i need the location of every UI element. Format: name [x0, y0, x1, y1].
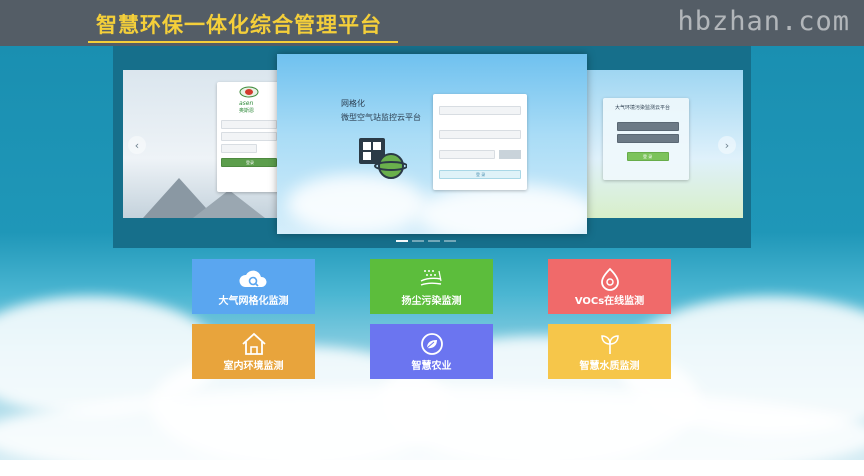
cloud-search-icon	[238, 270, 267, 287]
right-login-button[interactable]: 登 录	[627, 152, 669, 161]
center-username-field[interactable]	[439, 106, 521, 115]
screenshot-carousel: asen 奥斯恩 登录 大气环境污染监测云平台 登 录 网格化 微型空气站监控云…	[113, 46, 751, 248]
center-captcha-field[interactable]	[439, 150, 495, 159]
captcha-field[interactable]	[221, 144, 257, 153]
center-login-card: 登 录	[433, 94, 527, 190]
tile-smart-agriculture[interactable]: 智慧农业	[370, 324, 493, 379]
tile-air-grid-monitoring[interactable]: 大气网格化监测	[192, 259, 315, 314]
dust-icon	[420, 270, 442, 286]
right-username-field[interactable]	[617, 122, 679, 131]
tile-label: 扬尘污染监测	[401, 296, 462, 307]
center-heading-line1: 网格化	[341, 99, 365, 108]
username-field[interactable]	[221, 120, 277, 129]
water-sprout-icon	[600, 335, 619, 354]
carousel-slide-center[interactable]: 网格化 微型空气站监控云平台 登 录	[277, 54, 587, 234]
right-login-card: 大气环境污染监测云平台 登 录	[603, 98, 689, 180]
left-login-button[interactable]: 登录	[221, 158, 277, 167]
carousel-next-button[interactable]: ›	[718, 136, 736, 154]
tile-label: 室内环境监测	[223, 361, 284, 372]
slide-cloud	[417, 184, 587, 234]
right-password-field[interactable]	[617, 134, 679, 143]
slide-cloud	[287, 174, 427, 234]
center-login-button[interactable]: 登 录	[439, 170, 521, 179]
voc-drop-icon	[600, 267, 619, 291]
brand-name-cn: 奥斯恩	[239, 108, 255, 114]
tile-vocs-monitoring[interactable]: VOCs在线监测	[548, 259, 671, 314]
site-watermark: hbzhan.com	[677, 6, 850, 37]
carousel-dot[interactable]	[428, 240, 440, 242]
tile-label: 智慧水质监测	[579, 361, 640, 372]
asen-logo-icon	[239, 86, 259, 98]
house-icon	[241, 332, 266, 355]
carousel-dot[interactable]	[444, 240, 456, 242]
carousel-pagination	[396, 240, 456, 242]
tile-water-quality-monitoring[interactable]: 智慧水质监测	[548, 324, 671, 379]
leaf-icon	[420, 333, 443, 355]
left-login-card: asen 奥斯恩 登录	[217, 82, 281, 192]
tile-dust-monitoring[interactable]: 扬尘污染监测	[370, 259, 493, 314]
main-stage: asen 奥斯恩 登录 大气环境污染监测云平台 登 录 网格化 微型空气站监控云…	[0, 46, 864, 460]
captcha-image[interactable]	[499, 150, 521, 159]
tile-label: VOCs在线监测	[574, 296, 645, 307]
carousel-dot[interactable]	[412, 240, 424, 242]
carousel-dot[interactable]	[396, 240, 408, 242]
station-logo-icon	[359, 138, 407, 179]
brand-name: asen	[239, 100, 254, 107]
center-heading-line2: 微型空气站监控云平台	[341, 113, 421, 122]
title-underline	[88, 41, 398, 43]
tile-label: 大气网格化监测	[218, 296, 289, 307]
tile-label: 智慧农业	[411, 361, 452, 372]
platform-title: 智慧环保一体化综合管理平台	[96, 13, 382, 37]
tile-indoor-monitoring[interactable]: 室内环境监测	[192, 324, 315, 379]
center-password-field[interactable]	[439, 130, 521, 139]
carousel-slide-left[interactable]: asen 奥斯恩 登录	[123, 70, 293, 218]
right-slide-heading: 大气环境污染监测云平台	[615, 105, 671, 111]
top-header-bar: 智慧环保一体化综合管理平台 hbzhan.com	[0, 0, 864, 46]
password-field[interactable]	[221, 132, 277, 141]
mountain-graphic	[193, 190, 265, 218]
carousel-prev-button[interactable]: ‹	[128, 136, 146, 154]
